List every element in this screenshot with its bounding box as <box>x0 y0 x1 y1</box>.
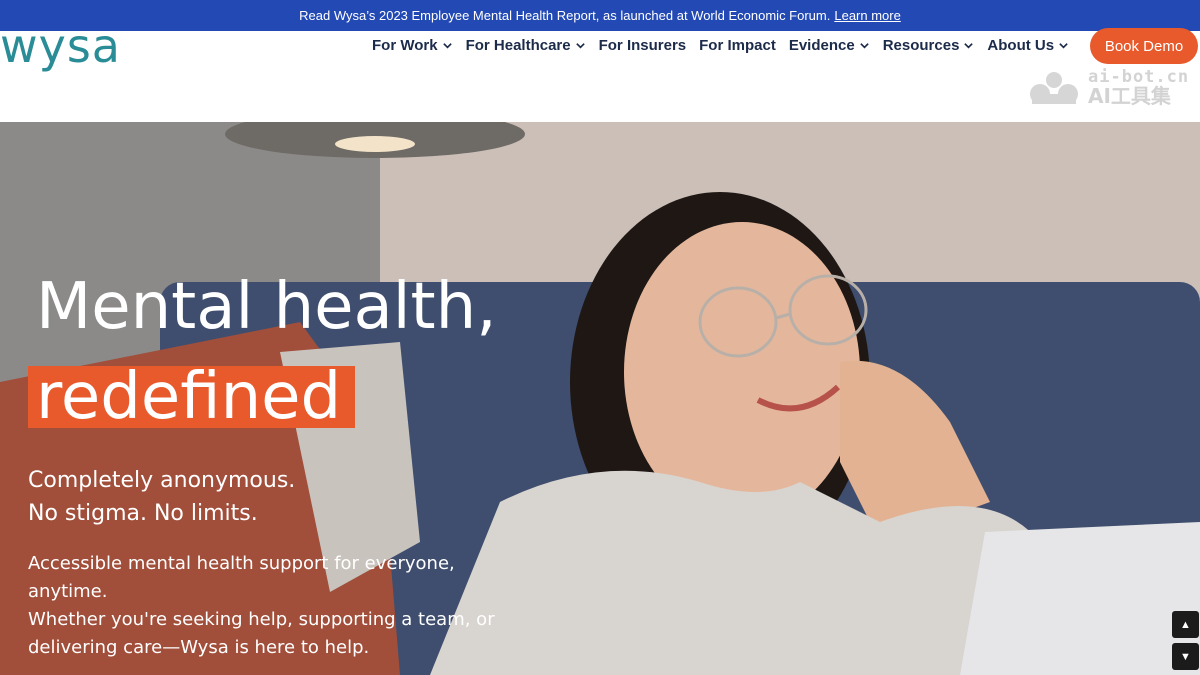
site-header: wysa For Work For Healthcare For Insurer… <box>0 19 1200 122</box>
nav-resources[interactable]: Resources <box>883 37 975 54</box>
subheading-line: Completely anonymous. <box>28 468 296 493</box>
nav-label: Evidence <box>788 37 855 54</box>
nav-label: Resources <box>882 37 960 54</box>
nav-label: For Work <box>372 37 438 54</box>
book-demo-button[interactable]: Book Demo <box>1090 28 1198 64</box>
description-line: Accessible mental health support for eve… <box>28 553 455 602</box>
nav-label: For Insurers <box>598 37 687 54</box>
nav-about-us[interactable]: About Us <box>987 37 1069 54</box>
nav-label: For Healthcare <box>465 37 571 54</box>
nav-for-healthcare[interactable]: For Healthcare <box>466 37 586 54</box>
description-line: delivering care—Wysa is here to help. <box>28 637 370 658</box>
chevron-down-icon <box>859 43 869 49</box>
hero-description: Accessible mental health support for eve… <box>28 550 528 662</box>
arrow-up-icon: ▲ <box>1180 618 1191 631</box>
watermark: ai-bot.cn AI工具集 <box>1026 69 1189 106</box>
main-nav: For Work For Healthcare For Insurers For… <box>372 37 1069 54</box>
chevron-down-icon <box>575 43 585 49</box>
nav-evidence[interactable]: Evidence <box>789 37 870 54</box>
announcement-text: Read Wysa’s 2023 Employee Mental Health … <box>299 8 831 23</box>
watermark-name: AI工具集 <box>1088 84 1171 108</box>
scroll-up-button[interactable]: ▲ <box>1172 611 1199 638</box>
chevron-down-icon <box>442 43 452 49</box>
subheading-line: No stigma. No limits. <box>28 501 258 526</box>
hero-section: Mental health, redefined Completely anon… <box>0 122 1200 675</box>
nav-for-insurers[interactable]: For Insurers <box>599 37 687 54</box>
arrow-down-icon: ▼ <box>1180 650 1191 663</box>
hero-headline: Mental health, <box>36 270 497 344</box>
nav-label: For Impact <box>699 37 776 54</box>
hero-highlight: redefined <box>28 365 356 429</box>
hero-subheading: Completely anonymous. No stigma. No limi… <box>28 464 448 530</box>
description-line: Whether you're seeking help, supporting … <box>28 609 495 630</box>
announcement-bar: Read Wysa’s 2023 Employee Mental Health … <box>0 0 1200 31</box>
chevron-down-icon <box>1059 43 1068 49</box>
scroll-down-button[interactable]: ▼ <box>1172 643 1199 670</box>
chevron-down-icon <box>964 43 974 49</box>
learn-more-link[interactable]: Learn more <box>834 8 900 23</box>
nav-label: About Us <box>987 37 1055 54</box>
nav-for-impact[interactable]: For Impact <box>699 37 776 54</box>
nav-for-work[interactable]: For Work <box>372 37 453 54</box>
wysa-logo[interactable]: wysa <box>0 19 121 73</box>
bot-logo-icon <box>1030 71 1078 104</box>
